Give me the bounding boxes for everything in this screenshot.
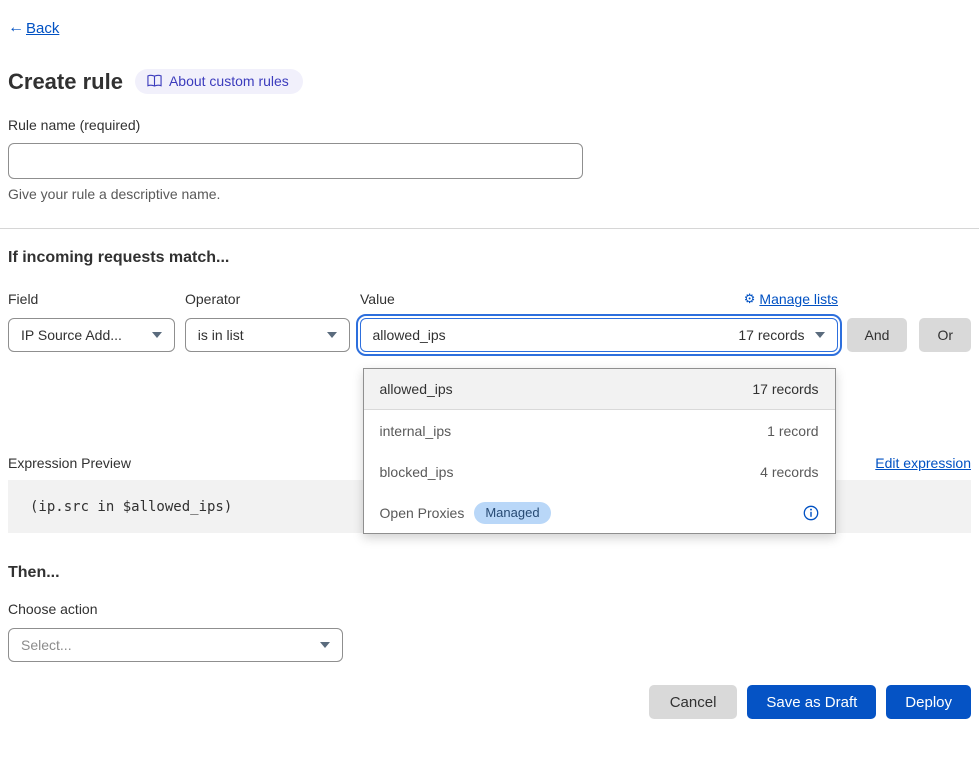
page-title: Create rule: [8, 69, 123, 95]
edit-expression-link[interactable]: Edit expression: [875, 455, 971, 471]
then-section-heading: Then...: [8, 564, 971, 583]
manage-lists-link[interactable]: ⚙ Manage lists: [744, 291, 838, 307]
back-link[interactable]: ← Back: [8, 18, 971, 38]
match-section-heading: If incoming requests match...: [8, 249, 971, 268]
expression-code: (ip.src in $allowed_ips): [8, 499, 232, 515]
action-select-placeholder: Select...: [21, 637, 72, 653]
book-icon: [147, 74, 162, 88]
save-as-draft-button[interactable]: Save as Draft: [747, 685, 876, 719]
section-divider: [0, 228, 979, 229]
choose-action-label: Choose action: [8, 601, 971, 618]
cancel-button[interactable]: Cancel: [649, 685, 738, 719]
field-select-value: IP Source Add...: [21, 327, 122, 343]
list-option-count: 1 record: [767, 423, 818, 439]
chevron-down-icon: [327, 332, 337, 338]
list-option-allowed-ips[interactable]: allowed_ips 17 records: [364, 369, 835, 410]
value-label: Value: [360, 291, 395, 307]
list-option-blocked-ips[interactable]: blocked_ips 4 records: [364, 451, 835, 492]
value-select-name: allowed_ips: [373, 327, 446, 343]
expression-preview-label: Expression Preview: [8, 455, 131, 471]
list-dropdown-menu: allowed_ips 17 records internal_ips 1 re…: [363, 368, 836, 534]
field-select[interactable]: IP Source Add...: [8, 318, 175, 352]
gear-icon: ⚙: [744, 291, 756, 307]
field-label: Field: [8, 291, 185, 307]
deploy-button[interactable]: Deploy: [886, 685, 971, 719]
value-select-count: 17 records: [738, 327, 804, 343]
rule-name-input[interactable]: [8, 143, 583, 179]
chevron-down-icon: [815, 332, 825, 338]
list-option-count: 4 records: [760, 464, 818, 480]
rule-name-label: Rule name (required): [8, 117, 971, 134]
list-option-name: allowed_ips: [380, 381, 453, 397]
about-custom-rules-label: About custom rules: [169, 73, 289, 89]
chevron-down-icon: [152, 332, 162, 338]
list-option-name: Open Proxies: [380, 505, 465, 521]
or-button[interactable]: Or: [919, 318, 971, 352]
action-select[interactable]: Select...: [8, 628, 343, 662]
value-select[interactable]: allowed_ips 17 records: [360, 318, 838, 352]
list-option-count: 17 records: [752, 381, 818, 397]
operator-select-value: is in list: [198, 327, 244, 343]
list-option-name: internal_ips: [380, 423, 452, 439]
chevron-down-icon: [320, 642, 330, 648]
back-arrow-icon: ←: [8, 19, 24, 37]
and-button[interactable]: And: [847, 318, 908, 352]
list-option-name: blocked_ips: [380, 464, 454, 480]
operator-select[interactable]: is in list: [185, 318, 350, 352]
managed-badge: Managed: [474, 502, 550, 524]
manage-lists-label[interactable]: Manage lists: [759, 291, 838, 307]
back-link-label[interactable]: Back: [26, 20, 59, 37]
operator-label: Operator: [185, 291, 360, 307]
rule-name-helper: Give your rule a descriptive name.: [8, 186, 971, 203]
info-icon[interactable]: [803, 505, 819, 521]
about-custom-rules-link[interactable]: About custom rules: [135, 69, 303, 94]
list-option-open-proxies[interactable]: Open Proxies Managed: [364, 492, 835, 533]
list-option-internal-ips[interactable]: internal_ips 1 record: [364, 410, 835, 451]
create-rule-page: ← Back Create rule About custom rules Ru…: [0, 18, 979, 719]
